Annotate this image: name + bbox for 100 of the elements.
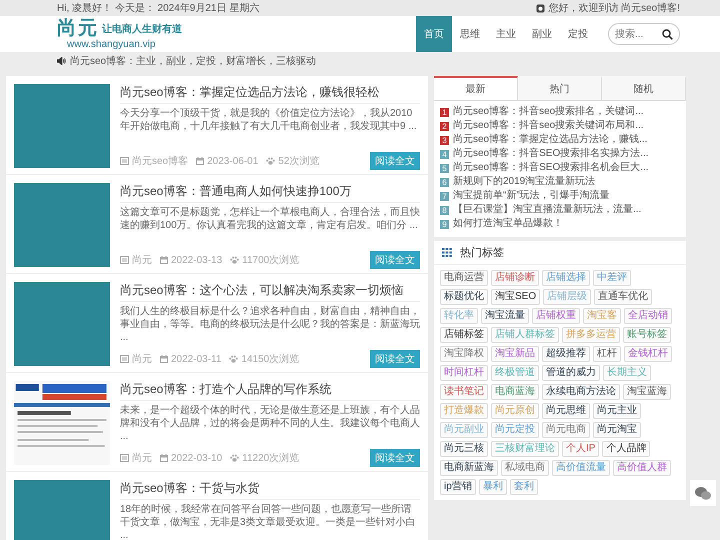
post-title[interactable]: 尚元seo博客：干货与水货	[120, 480, 420, 500]
tag-link[interactable]: 尚元三核	[440, 441, 488, 457]
author-icon	[120, 256, 129, 264]
nav-link[interactable]: 定投	[560, 16, 596, 52]
article-link[interactable]: 【巨石课堂】淘宝直播流量新玩法，流量...	[453, 203, 642, 217]
tag-link[interactable]: 管道的威力	[542, 365, 600, 381]
article-link[interactable]: 尚元seo博客：抖音seo搜索关键词布局和...	[453, 119, 644, 133]
tag-link[interactable]: 个人品牌	[602, 441, 650, 457]
tag-link[interactable]: 电商运营	[440, 270, 488, 286]
calendar-icon	[160, 355, 168, 363]
post-date: 2022-03-13	[171, 254, 222, 266]
post-author: 尚元seo博客	[132, 154, 188, 168]
tag-link[interactable]: 杠杆	[593, 346, 621, 362]
notice-text: 尚元seo博客：主业，副业，定投，财富增长，三核驱动	[70, 54, 316, 68]
tag-link[interactable]: 永续电商方法论	[542, 384, 620, 400]
paw-icon	[230, 256, 240, 264]
tag-link[interactable]: 全店动销	[624, 308, 672, 324]
post-author: 尚元	[132, 452, 152, 465]
tag-link[interactable]: 高价值人群	[613, 460, 671, 476]
post-title[interactable]: 尚元seo博客：打造个人品牌的写作系统	[120, 381, 420, 401]
post-views: 14150次浏览	[241, 352, 300, 366]
post-date: 2022-03-10	[171, 452, 222, 464]
article-link[interactable]: 新规则下的2019淘宝流量新玩法	[453, 175, 596, 189]
logo-slogan: 让电商人生财有道	[102, 22, 182, 36]
author-icon	[120, 454, 129, 462]
sidebar-tab[interactable]: 最新	[434, 76, 518, 100]
calendar-icon	[160, 256, 168, 264]
rank-badge: 4	[440, 150, 449, 158]
post-date: 2023-06-01	[207, 156, 258, 166]
rank-badge: 9	[440, 220, 449, 228]
rank-badge: 7	[440, 192, 449, 200]
post-excerpt: 未来，是一个超级个体的时代，无论是做生意还是上班族，有个人品牌和没有个人品牌，过的将会是两种不同的人生。我建议每个电商人 ...	[120, 404, 420, 443]
speaker-icon	[57, 57, 66, 65]
post-date: 2022-03-11	[171, 354, 222, 364]
greeting-text: Hi, 凌晨好！ 今天是： 2024年9月21日 星期六	[57, 2, 260, 15]
article-link[interactable]: 尚元seo博客：抖音SEO搜索排名实操方法...	[453, 147, 649, 161]
search-icon	[662, 28, 673, 40]
tag-link[interactable]: 淘宝SEO	[491, 289, 540, 305]
post-title[interactable]: 尚元seo博客：普通电商人如何快速挣100万	[120, 183, 420, 203]
sidebar-tab[interactable]: 随机	[602, 76, 686, 100]
tag-link[interactable]: 直通车优化	[594, 289, 652, 305]
search-field[interactable]: 搜索...	[608, 23, 680, 45]
post-title[interactable]: 尚元seo博客：这个心法，可以解决淘系卖家一切烦恼	[120, 282, 420, 302]
calendar-icon	[196, 157, 204, 165]
article-link[interactable]: 淘宝提前单“新”玩法，引爆手淘流量	[453, 189, 610, 203]
paw-icon	[266, 157, 276, 165]
paw-icon	[230, 454, 240, 462]
post-excerpt: 18年的时候，我经常在问答平台回答一些问题，也愿意写一些所谓干货文章，做淘宝，无非是3类文章最受欢迎。一类是一些针对小白 ...	[120, 503, 417, 540]
tag-link[interactable]: 店铺标签	[440, 327, 488, 343]
rank-badge: 5	[440, 164, 449, 172]
panel-title: 热门标签	[460, 246, 504, 260]
post-views: 11220次浏览	[242, 452, 300, 465]
post-views: 52次浏览	[278, 154, 320, 168]
article-link[interactable]: 如何打造淘宝单品爆款！	[453, 217, 563, 231]
tag-link[interactable]: 店铺诊断	[491, 270, 539, 286]
article-link[interactable]: 尚元seo博客：抖音seo搜索排名，关键词...	[453, 105, 644, 119]
rank-badge: 1	[440, 108, 449, 116]
post-author: 尚元	[132, 352, 152, 366]
tag-link[interactable]: 私域电商	[501, 460, 549, 476]
tag-link[interactable]: 淘宝流量	[481, 308, 529, 324]
tag-link[interactable]: ip营销	[440, 479, 476, 495]
nav-link[interactable]: 首页	[416, 16, 452, 52]
tag-link[interactable]: 时间杠杆	[440, 365, 488, 381]
calendar-icon	[160, 454, 168, 462]
rank-badge: 3	[440, 136, 449, 144]
paw-icon	[229, 355, 238, 363]
tag-link[interactable]: 标题优化	[440, 289, 488, 305]
tag-link[interactable]: 店铺权重	[532, 308, 580, 324]
tag-link[interactable]: 金钱杠杆	[624, 346, 672, 362]
sidebar-tab[interactable]: 热门	[518, 76, 602, 100]
tag-link[interactable]: 读书笔记	[440, 384, 488, 400]
camera-icon	[536, 4, 546, 12]
nav-link[interactable]: 副业	[524, 16, 560, 52]
rank-badge: 2	[440, 122, 449, 130]
tag-link[interactable]: 尚元淘宝	[593, 422, 641, 438]
post-views: 11700次浏览	[242, 254, 300, 267]
author-icon	[120, 157, 129, 165]
author-icon	[120, 355, 129, 363]
rank-badge: 8	[440, 206, 449, 214]
article-link[interactable]: 尚元seo博客：抖音SEO搜索排名机会巨大...	[453, 161, 649, 175]
tag-link[interactable]: 淘宝蓝海	[623, 384, 671, 400]
tag-link[interactable]: 淘宝新品	[491, 346, 539, 362]
grid-icon	[442, 248, 452, 257]
rank-badge: 6	[440, 178, 449, 186]
tag-link[interactable]: 尚元主业	[593, 403, 641, 419]
post-excerpt: 我们人生的终极目标是什么？追求各种自由，财富自由，精神自由，事业自由，等等。电商的终极玩法是什么呢？我的答案是：新蓝海玩 ...	[120, 305, 420, 344]
tag-link[interactable]: 尚元思维	[542, 403, 590, 419]
nav-link[interactable]: 思维	[452, 16, 488, 52]
chat-icon	[695, 486, 711, 500]
tag-link[interactable]: 电商新蓝海	[440, 460, 498, 476]
tag-link[interactable]: 淘宝降权	[440, 346, 488, 362]
welcome-text: 您好，欢迎到访 尚元seo博客!	[548, 2, 680, 15]
article-link[interactable]: 尚元seo博客：掌握定位选品方法论，赚钱...	[453, 133, 648, 147]
tag-link[interactable]: 尚元电商	[542, 422, 590, 438]
tag-link[interactable]: 个人IP	[562, 441, 600, 457]
tag-link[interactable]: 超级推荐	[542, 346, 590, 362]
nav-link[interactable]: 主业	[488, 16, 524, 52]
post-title[interactable]: 尚元seo博客：掌握定位选品方法论，赚钱很轻松	[120, 84, 420, 104]
logo-url: www.shangyuan.vip	[66, 38, 156, 50]
post-excerpt: 这篇文章可不是标题党，怎样让一个草根电商人，合理合法，而且快速的赚到100万。你认真看完我的这篇文章，肯定有启发。咱们分 ...	[120, 206, 420, 232]
